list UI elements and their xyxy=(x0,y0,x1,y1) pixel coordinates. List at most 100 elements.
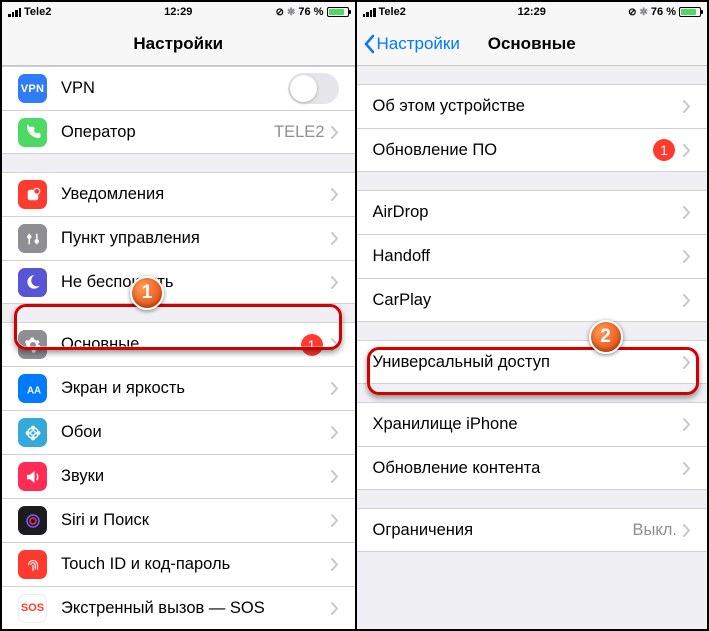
row-label: Touch ID и код-пароль xyxy=(61,555,331,574)
back-label: Настройки xyxy=(377,34,460,54)
back-button[interactable]: Настройки xyxy=(363,34,460,54)
row-label: Handoff xyxy=(373,247,684,266)
row-accessibility[interactable]: Универсальный доступ xyxy=(357,340,708,384)
row-label: Об этом устройстве xyxy=(373,97,684,116)
row-control-center[interactable]: Пункт управления xyxy=(2,216,355,260)
status-bar: Tele2 12:29 ⊘ ✱ 76 % xyxy=(2,2,355,22)
orientation-lock-icon: ⊘ xyxy=(276,7,284,18)
row-label: Основные xyxy=(61,335,301,354)
chevron-right-icon xyxy=(683,100,691,113)
control-center-icon xyxy=(18,224,47,253)
fingerprint-icon xyxy=(18,550,47,579)
row-label: Уведомления xyxy=(61,185,331,204)
row-touchid[interactable]: Touch ID и код-пароль xyxy=(2,542,355,586)
carrier-label: Tele2 xyxy=(24,6,51,18)
row-label: Обновление ПО xyxy=(373,141,654,160)
row-storage[interactable]: Хранилище iPhone xyxy=(357,402,708,446)
row-carplay[interactable]: CarPlay xyxy=(357,278,708,322)
chevron-left-icon xyxy=(363,34,375,54)
row-background-refresh[interactable]: Обновление контента xyxy=(357,446,708,490)
chevron-right-icon xyxy=(683,356,691,369)
row-siri[interactable]: Siri и Поиск xyxy=(2,498,355,542)
row-label: CarPlay xyxy=(373,291,684,310)
battery-icon xyxy=(679,7,701,17)
row-software-update[interactable]: Обновление ПО 1 xyxy=(357,128,708,172)
row-about[interactable]: Об этом устройстве xyxy=(357,84,708,128)
row-label: Хранилище iPhone xyxy=(373,415,684,434)
vpn-switch[interactable] xyxy=(288,73,339,104)
annotation-marker-2: 2 xyxy=(589,320,623,354)
badge: 1 xyxy=(301,334,323,356)
chevron-right-icon xyxy=(331,338,339,351)
notifications-icon xyxy=(18,180,47,209)
general-list: Об этом устройстве Обновление ПО 1 AirDr… xyxy=(357,84,708,552)
chevron-right-icon xyxy=(683,206,691,219)
row-label: Siri и Поиск xyxy=(61,511,331,530)
sos-icon: SOS xyxy=(18,594,47,623)
chevron-right-icon xyxy=(683,294,691,307)
row-label: Обои xyxy=(61,423,331,442)
row-sos[interactable]: SOS Экстренный вызов — SOS xyxy=(2,586,355,629)
chevron-right-icon xyxy=(331,126,339,139)
siri-icon xyxy=(18,506,47,535)
wallpaper-icon xyxy=(18,418,47,447)
carrier-label: Tele2 xyxy=(379,6,406,18)
nav-bar: Настройки Основные xyxy=(357,22,708,66)
row-label: AirDrop xyxy=(373,203,684,222)
status-bar: Tele2 12:29 ⊘ ✱ 76 % xyxy=(357,2,708,22)
row-label: Экран и яркость xyxy=(61,379,331,398)
row-sounds[interactable]: Звуки xyxy=(2,454,355,498)
clock: 12:29 xyxy=(164,6,192,18)
battery-icon xyxy=(327,7,349,17)
chevron-right-icon xyxy=(683,250,691,263)
row-label: Ограничения xyxy=(373,521,633,540)
page-title: Настройки xyxy=(133,34,223,54)
row-label: Звуки xyxy=(61,467,331,486)
row-general[interactable]: Основные 1 xyxy=(2,322,355,366)
chevron-right-icon xyxy=(331,470,339,483)
row-label: Экстренный вызов — SOS xyxy=(61,599,331,618)
chevron-right-icon xyxy=(331,602,339,615)
svg-text:AA: AA xyxy=(27,385,41,396)
row-restrictions[interactable]: Ограничения Выкл. xyxy=(357,508,708,552)
row-label: Универсальный доступ xyxy=(373,353,684,372)
gear-icon xyxy=(18,330,47,359)
row-vpn[interactable]: VPN VPN xyxy=(2,66,355,110)
row-wallpaper[interactable]: Обои xyxy=(2,410,355,454)
chevron-right-icon xyxy=(331,558,339,571)
phone-general: Tele2 12:29 ⊘ ✱ 76 % Настройки Основные xyxy=(355,2,708,629)
page-title: Основные xyxy=(488,34,576,54)
phone-settings: Tele2 12:29 ⊘ ✱ 76 % Настройки VPN VPN xyxy=(2,2,355,629)
clock: 12:29 xyxy=(518,6,546,18)
chevron-right-icon xyxy=(331,426,339,439)
chevron-right-icon xyxy=(331,514,339,527)
chevron-right-icon xyxy=(331,188,339,201)
signal-icon xyxy=(8,8,21,17)
chevron-right-icon xyxy=(331,382,339,395)
row-label: Пункт управления xyxy=(61,229,331,248)
chevron-right-icon xyxy=(683,144,691,157)
chevron-right-icon xyxy=(331,232,339,245)
badge: 1 xyxy=(653,139,675,161)
row-carrier[interactable]: Оператор TELE2 xyxy=(2,110,355,154)
row-value: Выкл. xyxy=(633,521,677,540)
bluetooth-icon: ✱ xyxy=(287,7,295,18)
sounds-icon xyxy=(18,462,47,491)
row-label: Обновление контента xyxy=(373,459,684,478)
settings-list: VPN VPN Оператор TELE2 xyxy=(2,66,355,629)
chevron-right-icon xyxy=(683,524,691,537)
nav-bar: Настройки xyxy=(2,22,355,66)
phone-icon xyxy=(18,118,47,147)
row-label: Не беспокоить xyxy=(61,273,331,292)
chevron-right-icon xyxy=(683,418,691,431)
display-icon: AA xyxy=(18,374,47,403)
row-handoff[interactable]: Handoff xyxy=(357,234,708,278)
row-label: Оператор xyxy=(61,123,274,142)
row-notifications[interactable]: Уведомления xyxy=(2,172,355,216)
signal-icon xyxy=(363,8,376,17)
row-display[interactable]: AA Экран и яркость xyxy=(2,366,355,410)
row-airdrop[interactable]: AirDrop xyxy=(357,190,708,234)
row-do-not-disturb[interactable]: Не беспокоить xyxy=(2,260,355,304)
row-label: VPN xyxy=(61,79,288,98)
row-value: TELE2 xyxy=(274,123,324,142)
